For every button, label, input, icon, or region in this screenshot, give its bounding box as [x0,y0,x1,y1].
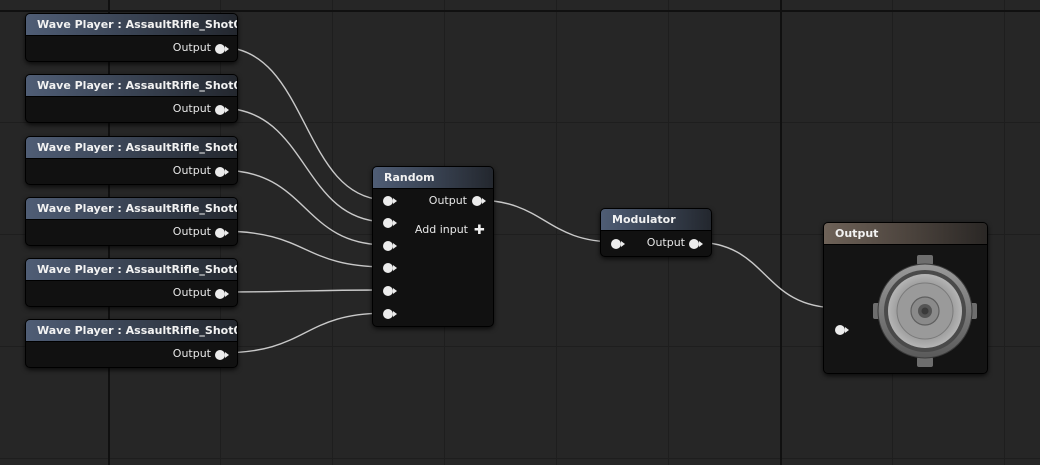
wave-player-node-2[interactable]: Wave Player : AssaultRifle_Shot02 Output [25,74,238,123]
input-pin-1[interactable] [383,196,397,206]
output-pin[interactable] [215,228,229,238]
wire-shot04-to-random [219,230,388,268]
wire-shot03-to-random [219,169,388,246]
node-title: Wave Player : AssaultRifle_Shot04 [26,198,237,220]
random-node[interactable]: Random Output Add input ✚ [372,166,494,327]
input-pin-6[interactable] [383,309,397,319]
output-pin[interactable] [215,350,229,360]
node-title: Wave Player : AssaultRifle_Shot03 [26,137,237,159]
wave-player-node-1[interactable]: Wave Player : AssaultRifle_Shot01 Output [25,13,238,62]
input-pin[interactable] [611,239,625,249]
output-pin-label: Output [172,164,211,177]
output-pin[interactable] [215,289,229,299]
wave-player-node-6[interactable]: Wave Player : AssaultRifle_Shot06 Output [25,319,238,368]
output-pin-label: Output [172,41,211,54]
output-pin[interactable] [689,239,703,249]
output-pin-label: Output [172,347,211,360]
wire-shot06-to-random [219,312,388,354]
wire-modulator-to-output [693,241,840,309]
plus-icon[interactable]: ✚ [474,224,485,237]
output-pin[interactable] [215,167,229,177]
node-title: Wave Player : AssaultRifle_Shot02 [26,75,237,97]
output-pin[interactable] [215,105,229,115]
output-node[interactable]: Output [823,222,988,374]
output-pin-label: Output [172,102,211,115]
node-title: Wave Player : AssaultRifle_Shot06 [26,320,237,342]
wave-player-node-3[interactable]: Wave Player : AssaultRifle_Shot03 Output [25,136,238,185]
output-pin-label: Output [172,225,211,238]
speaker-icon [873,255,977,367]
node-title: Wave Player : AssaultRifle_Shot01 [26,14,237,36]
output-pin-label: Output [172,286,211,299]
add-input-label[interactable]: Add input [415,223,468,236]
wire-shot05-to-random [219,289,388,293]
output-pin[interactable] [472,196,486,206]
wave-player-node-4[interactable]: Wave Player : AssaultRifle_Shot04 Output [25,197,238,246]
input-pin-4[interactable] [383,263,397,273]
modulator-node[interactable]: Modulator Output [600,208,712,257]
node-title: Modulator [601,209,711,231]
output-pin-label: Output [646,236,685,249]
node-title: Random [373,167,493,189]
output-pin[interactable] [215,44,229,54]
wire-shot02-to-random [219,107,388,223]
input-pin-2[interactable] [383,218,397,228]
input-pin[interactable] [835,325,849,335]
input-pin-3[interactable] [383,241,397,251]
wire-shot01-to-random [219,46,388,201]
input-pin-5[interactable] [383,286,397,296]
node-title: Wave Player : AssaultRifle_Shot05 [26,259,237,281]
wire-random-to-modulator [475,199,617,243]
node-title: Output [824,223,987,245]
output-pin-label: Output [428,194,467,207]
wave-player-node-5[interactable]: Wave Player : AssaultRifle_Shot05 Output [25,258,238,307]
